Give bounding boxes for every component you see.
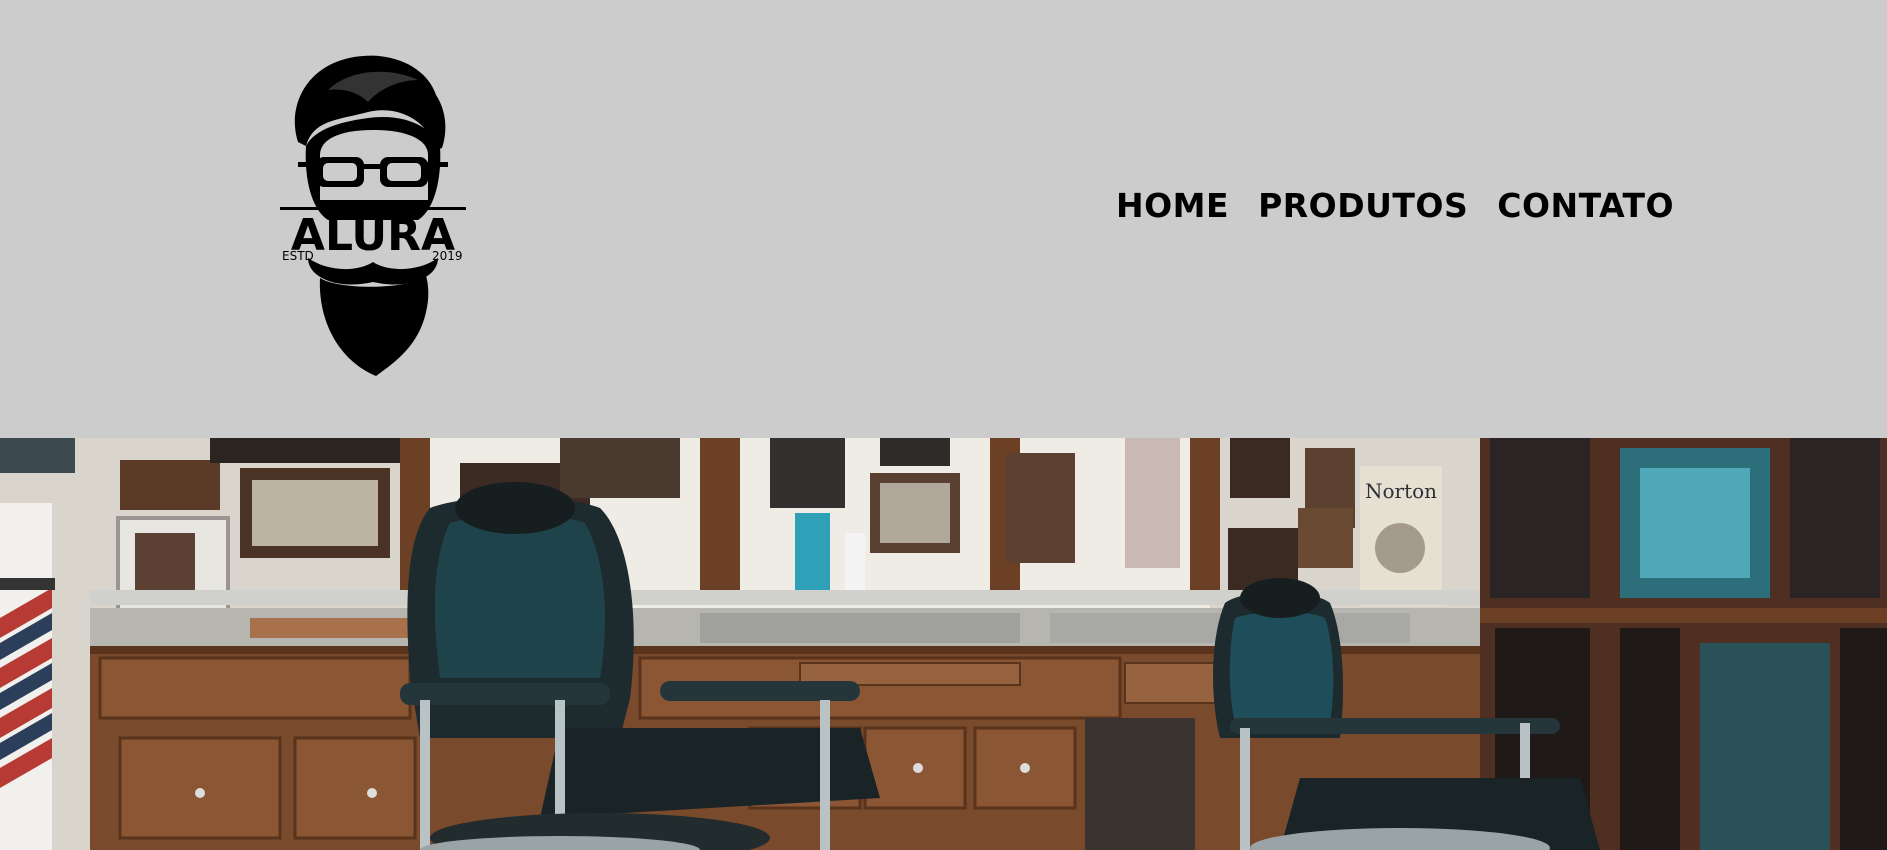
hero-banner: Norton [0, 438, 1887, 850]
site-header: ALURA ESTD 2019 HOME PRODUTOS CONTATO [0, 0, 1887, 438]
brand-wordmark: ALURA [291, 210, 455, 261]
barbershop-interior-image: Norton [0, 438, 1887, 850]
brand-logo[interactable]: ALURA ESTD 2019 [278, 50, 468, 380]
nav-produtos[interactable]: PRODUTOS [1258, 186, 1468, 225]
bearded-man-logo-icon: ALURA ESTD 2019 [280, 55, 466, 376]
norton-poster-text: Norton [1365, 479, 1437, 503]
nav-home[interactable]: HOME [1116, 186, 1229, 225]
main-nav: HOME PRODUTOS CONTATO [1116, 186, 1674, 225]
nav-contato[interactable]: CONTATO [1497, 186, 1674, 225]
